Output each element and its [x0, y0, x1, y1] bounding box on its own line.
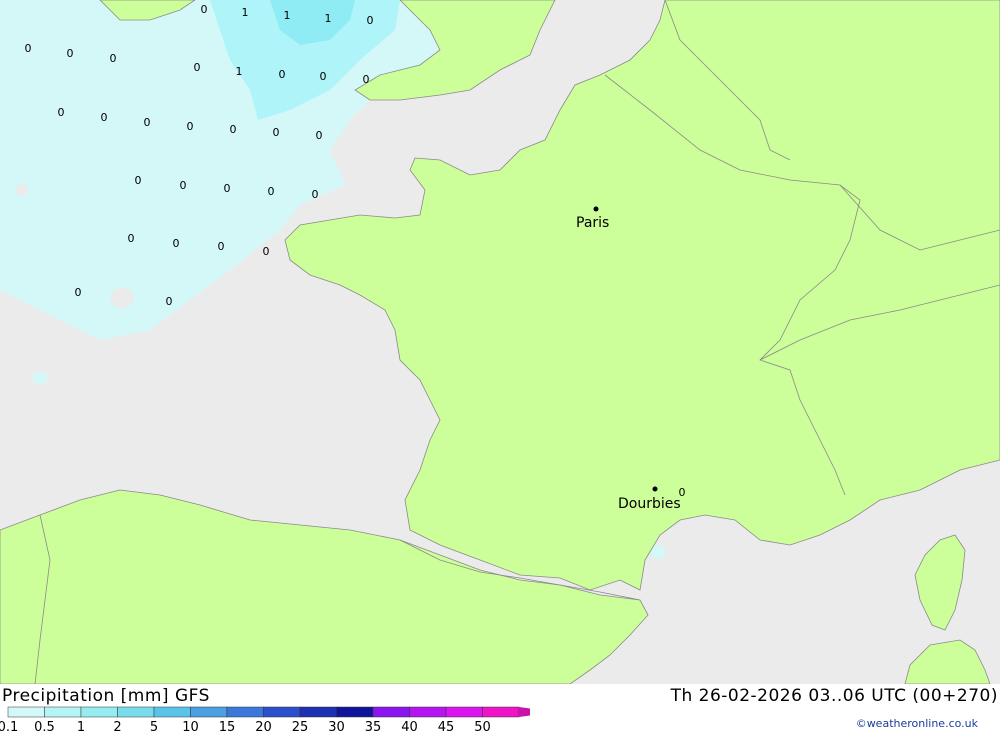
- precipitation-map: Paris Dourbies 0 1 1 1 0 0 0 0 0 1 0 0 0 0 0 0 0 0 0 0 0 0 0 0 0…: [0, 0, 1000, 684]
- map-title: Precipitation [mm] GFS: [2, 686, 210, 706]
- legend-swatch: [44, 706, 82, 718]
- city-dot: [593, 206, 599, 212]
- legend-swatch: [482, 706, 520, 718]
- precip-value: 0: [224, 182, 231, 195]
- precip-value: 1: [236, 65, 243, 78]
- legend-swatch: [445, 706, 483, 718]
- legend-label: 45: [438, 720, 455, 733]
- precip-spot: [16, 184, 28, 196]
- legend-label: 20: [255, 720, 272, 733]
- legend-swatch: [226, 706, 264, 718]
- legend-swatch: [153, 706, 191, 718]
- legend-label: 15: [219, 720, 236, 733]
- precip-value: 0: [75, 286, 82, 299]
- precip-value: 0: [144, 116, 151, 129]
- precip-value: 0: [279, 68, 286, 81]
- precip-value: 0: [273, 126, 280, 139]
- precip-value: 0: [101, 111, 108, 124]
- legend-label: 25: [292, 720, 309, 733]
- precip-value: 0: [25, 42, 32, 55]
- legend-arrow: [519, 707, 530, 717]
- city-dot: [652, 486, 658, 492]
- legend-label: 2: [113, 720, 121, 733]
- precip-value: 0: [110, 52, 117, 65]
- precip-spot: [110, 288, 134, 308]
- precip-value: 0: [135, 174, 142, 187]
- precip-value: 0: [128, 232, 135, 245]
- legend-swatch: [336, 706, 374, 718]
- precip-value: 0: [230, 123, 237, 136]
- precip-value: 0: [166, 295, 173, 308]
- city-label: Paris: [576, 215, 609, 231]
- precip-legend: 0.1 0.5 1 2 5 10 15 20 25 30 35 40 45 50: [0, 706, 530, 733]
- legend-label: 10: [182, 720, 199, 733]
- legend-swatch: [7, 706, 45, 718]
- legend-label: 5: [150, 720, 158, 733]
- precip-value: 1: [242, 6, 249, 19]
- legend-swatch: [409, 706, 447, 718]
- legend-swatch: [190, 706, 228, 718]
- legend-swatch: [117, 706, 155, 718]
- precip-value: 0: [679, 486, 686, 499]
- legend-swatch: [372, 706, 410, 718]
- precip-value: 0: [201, 3, 208, 16]
- precip-value: 0: [187, 120, 194, 133]
- legend-label: 50: [474, 720, 491, 733]
- precip-value: 0: [194, 61, 201, 74]
- precip-value: 1: [284, 9, 291, 22]
- legend-label: 40: [401, 720, 418, 733]
- precip-value: 0: [268, 185, 275, 198]
- legend-swatch: [263, 706, 301, 718]
- precip-value: 0: [180, 179, 187, 192]
- legend-label: 0.1: [0, 720, 18, 733]
- legend-label: 30: [328, 720, 345, 733]
- legend-label: 1: [77, 720, 85, 733]
- credit-link[interactable]: ©weatheronline.co.uk: [856, 717, 978, 730]
- precip-value: 0: [263, 245, 270, 258]
- footer: Precipitation [mm] GFS Th 26-02-2026 03.…: [0, 684, 1000, 733]
- precip-value: 0: [67, 47, 74, 60]
- precip-spot: [32, 372, 48, 384]
- city-label: Dourbies: [618, 496, 681, 512]
- forecast-datetime: Th 26-02-2026 03..06 UTC (00+270): [670, 686, 998, 706]
- precip-value: 0: [173, 237, 180, 250]
- precip-value: 0: [367, 14, 374, 27]
- legend-swatch: [80, 706, 118, 718]
- precip-value: 0: [58, 106, 65, 119]
- precip-value: 0: [316, 129, 323, 142]
- precip-value: 0: [218, 240, 225, 253]
- legend-label: 0.5: [34, 720, 55, 733]
- precip-value: 0: [320, 70, 327, 83]
- precip-value: 0: [312, 188, 319, 201]
- precip-value: 0: [363, 73, 370, 86]
- legend-label: 35: [365, 720, 382, 733]
- legend-swatch: [299, 706, 337, 718]
- precip-value: 1: [325, 12, 332, 25]
